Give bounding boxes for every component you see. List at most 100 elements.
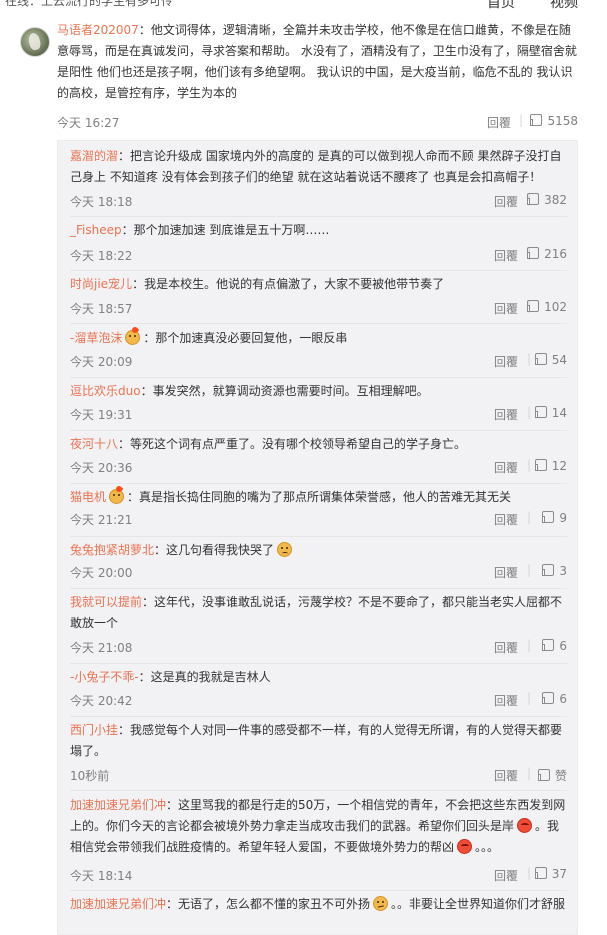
meta-separator: | [526,638,531,652]
main-comment: 马语者202007：他文词得体，逻辑清晰，全篇并未攻击学校，他不像是在信口雌黄，… [57,20,580,104]
like-count: 216 [544,247,567,261]
reply-meta: 今天 18:57 回覆 | 102 [70,299,567,320]
meta-separator: | [526,510,531,524]
reply-author[interactable]: 加速加速兄弟们冲 [70,897,166,911]
reply-item: 我就可以提前：这年代，没事谁敢乱说话，污蔑学校？不是不要命了，都只能当老实人屈都… [70,592,568,634]
like-button[interactable]: 6 [542,639,567,653]
reply-author[interactable]: -小兔子不乖- [70,670,139,684]
reply-item: -溜草泡沫 ：那个加速真没必要回复他，一眼反串 [70,328,568,349]
thumbs-up-icon [542,564,555,576]
reply-divider [70,890,567,891]
reply-time: 今天 18:18 [70,195,133,209]
reply-item: 嘉潪的潪：把言论升级成 国家境内外的高度的 是真的可以做到视人命而不顾 果然辟子… [70,146,568,188]
like-button[interactable]: 赞 [537,767,567,784]
top-navigation-bar: 在线：上云流行的学生有多可怜 首页 视频 [0,0,607,12]
reply-divider [70,588,567,589]
reply-button[interactable]: 回覆 [494,564,518,581]
reply-button[interactable]: 回覆 [494,867,518,884]
like-button[interactable]: 102 [527,300,567,314]
reply-text-part-2: 。。非要让全世界知道你们才舒服 [391,897,566,911]
reply-button[interactable]: 回覆 [494,300,518,317]
reply-meta: 今天 18:14 回覆 | 37 [70,866,567,887]
reply-divider [70,430,567,431]
reply-item: 西门小挂：我感觉每个人对同一件事的感受都不一样，有的人觉得无所谓，有的人觉得天都… [70,720,568,762]
video-link[interactable]: 视频 [550,0,578,12]
like-button[interactable]: 54 [534,353,567,367]
main-comment-time: 今天 16:27 [57,116,120,130]
reply-author[interactable]: 兔兔抱紧胡萝北 [70,543,154,557]
like-button[interactable]: 3 [542,564,567,578]
reply-meta: 今天 21:21 回覆 | 9 [70,510,567,531]
main-like-button[interactable]: 5158 [530,114,578,128]
meta-separator: | [526,405,531,419]
avatar[interactable] [20,27,50,57]
reply-divider [70,216,567,217]
meta-separator: | [526,352,531,366]
like-button[interactable]: 37 [534,867,567,881]
like-count: 382 [544,193,567,207]
main-comment-meta: 今天 16:27 回覆 | 5158 [57,113,578,134]
reply-author[interactable]: 加速加速兄弟们冲 [70,798,166,812]
reply-text: ：这是真的我就是吉林人 [138,670,271,684]
reply-item: 加速加速兄弟们冲：无语了，怎么都不懂的家丑不可外扬 。。非要让全世界知道你们才舒服 [70,894,568,915]
like-button[interactable]: 216 [527,247,567,261]
reply-item: _Fisheep：那个加速加速 到底谁是五十万啊…… [70,220,568,241]
reply-button[interactable]: 回覆 [494,639,518,656]
reply-author[interactable]: -溜草泡沫 [70,331,122,345]
like-count: 6 [559,692,567,706]
reply-divider [70,323,567,324]
like-count: 6 [559,639,567,653]
reply-time: 今天 19:31 [70,408,133,422]
reply-author[interactable]: 时尚jie宠儿 [70,277,132,291]
reply-divider [70,377,567,378]
main-comment-author[interactable]: 马语者202007 [57,23,139,37]
meta-separator: | [526,691,531,705]
reply-item: 兔兔抱紧胡萝北：这几句看得我快哭了 [70,540,568,561]
reply-author[interactable]: 嘉潪的潪 [70,149,118,163]
reply-text: ：等死这个词有点严重了。没有哪个校领导希望自己的学子身亡。 [118,437,467,451]
reply-button[interactable]: 回覆 [494,406,518,423]
reply-button[interactable]: 回覆 [494,247,518,264]
like-count: 14 [551,406,567,420]
like-button[interactable]: 12 [534,459,567,473]
reply-meta: 今天 18:18 回覆 | 382 [70,192,567,213]
reply-item: 加速加速兄弟们冲：这里骂我的都是行走的50万，一个相信党的青年，不会把这些东西发… [70,795,568,858]
reply-author[interactable]: 猫电机 [70,490,106,504]
meta-separator: | [526,458,531,472]
meta-separator: | [526,866,531,880]
reply-item: 猫电机 ：真是指长捣住同胞的嘴为了那点所谓集体荣誉感，他人的苦难无其无关 [70,487,568,508]
reply-divider [70,483,567,484]
fire-emoji-icon [109,489,125,504]
reply-item: 逗比欢乐duo：事发突然，就算调动资源也需要时间。互相理解吧。 [70,381,568,402]
reply-author[interactable]: 我就可以提前 [70,595,142,609]
reply-button[interactable]: 回覆 [494,511,518,528]
main-reply-button[interactable]: 回覆 [487,114,511,131]
reply-button[interactable]: 回覆 [494,193,518,210]
reply-text: ：那个加速加速 到底谁是五十万啊…… [121,223,330,237]
reply-item: -小兔子不乖-：这是真的我就是吉林人 [70,667,568,688]
reply-divider [70,716,567,717]
reply-author[interactable]: 逗比欢乐duo [70,384,141,398]
reply-author[interactable]: 西门小挂 [70,723,118,737]
reply-text: ：我是本校生。他说的有点偏激了，大家不要被他带节奏了 [132,277,445,291]
meta-separator: | [526,766,531,780]
reply-divider [70,663,567,664]
thumbs-up-icon [534,459,547,471]
reply-item: 夜河十八：等死这个词有点严重了。没有哪个校领导希望自己的学子身亡。 [70,434,568,455]
reply-button[interactable]: 回覆 [494,692,518,709]
like-button[interactable]: 382 [527,193,567,207]
reply-divider [70,790,567,791]
reply-button[interactable]: 回覆 [494,353,518,370]
like-count: 9 [559,511,567,525]
like-button[interactable]: 6 [542,692,567,706]
reply-list: 嘉潪的潪：把言论升级成 国家境内外的高度的 是真的可以做到视人命而不顾 果然辟子… [57,140,578,935]
reply-button[interactable]: 回覆 [494,459,518,476]
like-button[interactable]: 9 [542,511,567,525]
home-link[interactable]: 首页 [487,0,515,12]
reply-button[interactable]: 回覆 [494,767,518,784]
reply-author[interactable]: 夜河十八 [70,437,118,451]
reply-author[interactable]: _Fisheep [70,223,122,237]
reply-text: ：我感觉每个人对同一件事的感受都不一样，有的人觉得无所谓，有的人觉得天都要塌了。 [70,723,563,758]
like-button[interactable]: 14 [534,406,567,420]
angry-emoji-icon [457,839,473,854]
